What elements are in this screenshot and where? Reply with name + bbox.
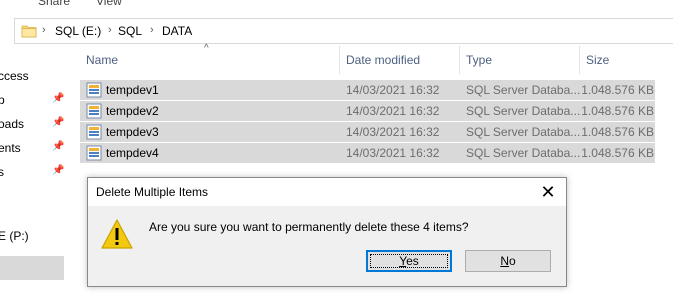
file-size: 1.048.576 KB (581, 104, 654, 118)
file-date: 14/03/2021 16:32 (346, 83, 440, 97)
column-header: ^ Name Date modified Type Size (80, 43, 660, 74)
file-type: SQL Server Databa... (466, 125, 580, 139)
sidebar-item-downloads[interactable]: oads 📌 (0, 112, 64, 136)
sidebar-item-quick-access[interactable]: ccess (0, 64, 64, 88)
sidebar-item-label: ents (0, 141, 21, 155)
yes-button[interactable]: Yes (366, 250, 452, 272)
no-mnemonic: N (500, 254, 509, 268)
file-type: SQL Server Databa... (466, 83, 580, 97)
file-name: tempdev3 (106, 125, 159, 139)
file-date: 14/03/2021 16:32 (346, 125, 440, 139)
file-size: 1.048.576 KB (581, 83, 654, 97)
sidebar-item-label: E (P:) (0, 229, 29, 243)
dialog-message: Are you sure you want to permanently del… (149, 220, 469, 234)
sidebar-item-selected[interactable] (0, 256, 64, 280)
delete-confirmation-dialog: Delete Multiple Items ✕ Are you sure you… (87, 177, 567, 287)
sidebar-item-documents[interactable]: ents 📌 (0, 136, 64, 160)
file-date: 14/03/2021 16:32 (346, 104, 440, 118)
file-date: 14/03/2021 16:32 (346, 146, 440, 160)
file-row[interactable]: tempdev3 14/03/2021 16:32 SQL Server Dat… (80, 122, 655, 142)
file-row[interactable]: tempdev4 14/03/2021 16:32 SQL Server Dat… (80, 143, 655, 163)
chevron-right-icon[interactable]: › (150, 24, 154, 36)
dialog-title: Delete Multiple Items (96, 185, 209, 199)
column-size[interactable]: Size (580, 46, 660, 74)
file-size: 1.048.576 KB (581, 146, 654, 160)
no-label-rest: o (508, 254, 516, 268)
pin-icon: 📌 (52, 117, 64, 128)
breadcrumb-sql[interactable]: SQL (118, 24, 142, 38)
folder-icon (21, 25, 37, 38)
dialog-body: Are you sure you want to permanently del… (88, 206, 566, 286)
ribbon-tab-view[interactable]: View (96, 0, 122, 8)
sidebar-item-label: p (0, 93, 5, 107)
database-file-icon (86, 82, 102, 98)
column-date-modified[interactable]: Date modified (340, 46, 460, 74)
breadcrumb[interactable]: › SQL (E:) › SQL › DATA (14, 18, 673, 44)
column-name[interactable]: Name (80, 46, 340, 74)
close-icon[interactable]: ✕ (530, 178, 566, 206)
sidebar-item-desktop[interactable]: p 📌 (0, 88, 64, 112)
pin-icon: 📌 (52, 141, 64, 152)
chevron-right-icon[interactable]: › (42, 24, 46, 36)
chevron-right-icon[interactable]: › (108, 24, 112, 36)
navigation-pane: ccess p 📌 oads 📌 ents 📌 s 📌 E (P:) (0, 48, 66, 307)
file-name: tempdev4 (106, 146, 159, 160)
database-file-icon (86, 103, 102, 119)
file-name: tempdev2 (106, 104, 159, 118)
ribbon-tab-share[interactable]: Share (38, 0, 70, 8)
no-button[interactable]: No (465, 250, 551, 272)
database-file-icon (86, 145, 102, 161)
sidebar-item-label: oads (0, 117, 25, 131)
sidebar-item-label: s (0, 165, 4, 179)
file-type: SQL Server Databa... (466, 104, 580, 118)
dialog-titlebar[interactable]: Delete Multiple Items ✕ (88, 178, 566, 206)
focus-rectangle (370, 254, 448, 268)
sidebar-item-label: ccess (0, 69, 29, 83)
ribbon-tabs: Share View (0, 0, 673, 8)
pin-icon: 📌 (52, 165, 64, 176)
breadcrumb-data[interactable]: DATA (162, 24, 192, 38)
column-type[interactable]: Type (460, 46, 580, 74)
database-file-icon (86, 124, 102, 140)
breadcrumb-sql-drive[interactable]: SQL (E:) (55, 24, 101, 38)
pin-icon: 📌 (52, 93, 64, 104)
sidebar-item-pictures[interactable]: s 📌 (0, 160, 64, 184)
file-row[interactable]: tempdev2 14/03/2021 16:32 SQL Server Dat… (80, 101, 655, 121)
up-button[interactable] (0, 16, 14, 46)
file-row[interactable]: tempdev1 14/03/2021 16:32 SQL Server Dat… (80, 80, 655, 100)
file-name: tempdev1 (106, 83, 159, 97)
warning-icon (101, 219, 133, 249)
file-type: SQL Server Databa... (466, 146, 580, 160)
file-size: 1.048.576 KB (581, 125, 654, 139)
sidebar-item-drive-p[interactable]: E (P:) (0, 224, 64, 248)
address-bar: › SQL (E:) › SQL › DATA (0, 16, 673, 46)
